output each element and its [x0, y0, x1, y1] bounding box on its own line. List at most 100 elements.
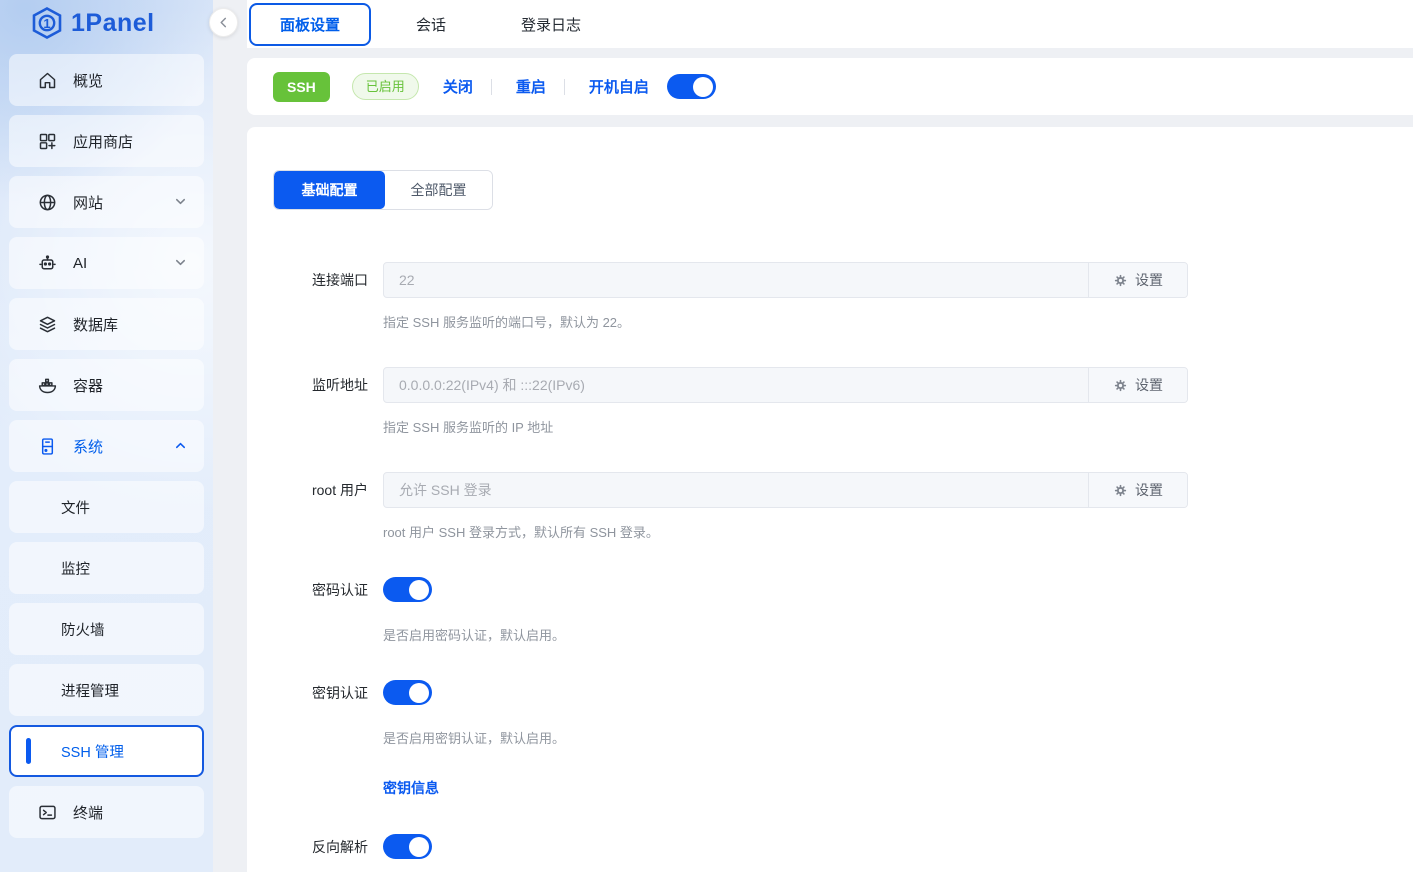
- form-row-2: root 用户允许 SSH 登录 设置 root 用户 SSH 登录方式，默认所有 …: [273, 472, 1413, 541]
- sidebar-item-i6[interactable]: 系统: [9, 420, 204, 472]
- header-tabbar: 面板设置会话登录日志: [247, 0, 1413, 48]
- form-label: 密码认证: [273, 577, 383, 644]
- form-control: 0.0.0.0:22(IPv4) 和 :::22(IPv6)设置指定 SSH 服…: [383, 367, 1413, 436]
- header-tab-0[interactable]: 面板设置: [249, 3, 371, 46]
- gear-icon: [1113, 378, 1128, 393]
- ssh-enabled-badge: 已启用: [352, 73, 419, 100]
- help-text: 指定 SSH 服务监听的 IP 地址: [383, 417, 1413, 436]
- divider: [491, 79, 492, 95]
- help-text: 指定 SSH 服务监听的端口号，默认为 22。: [383, 312, 1413, 331]
- ssh-status-bar: SSH 已启用 关闭 重启 开机自启: [247, 58, 1413, 115]
- ssh-config-card: 基础配置全部配置 连接端口22设置指定 SSH 服务监听的端口号，默认为 22。…: [247, 127, 1413, 872]
- database-icon: [37, 314, 58, 335]
- form-row-3: 密码认证是否启用密码认证，默认启用。: [273, 577, 1413, 644]
- readonly-input: 22 设置: [383, 262, 1188, 298]
- sidebar-item-i8[interactable]: 监控: [9, 542, 204, 594]
- key-info-link[interactable]: 密钥信息: [383, 778, 439, 798]
- sidebar-item-label: SSH 管理: [61, 741, 186, 762]
- sidebar-item-i2[interactable]: 网站: [9, 176, 204, 228]
- server-icon: [37, 436, 58, 457]
- sidebar-item-label: 终端: [73, 802, 188, 823]
- ssh-service-badge: SSH: [273, 72, 330, 102]
- sidebar-item-ai[interactable]: AI: [9, 237, 204, 289]
- form-control: 允许 SSH 登录 设置 root 用户 SSH 登录方式，默认所有 SSH 登录。: [383, 472, 1413, 541]
- ssh-restart-button[interactable]: 重启: [516, 76, 546, 97]
- settings-button-label: 设置: [1135, 480, 1163, 500]
- brand-hexagon-icon: 1: [32, 7, 62, 39]
- svg-text:1: 1: [43, 16, 50, 31]
- header-tab-2[interactable]: 登录日志: [491, 14, 611, 35]
- form-label: 密钥认证: [273, 680, 383, 798]
- ssh-stop-button[interactable]: 关闭: [443, 76, 473, 97]
- sidebar-item-i4[interactable]: 数据库: [9, 298, 204, 350]
- form-row-1: 监听地址0.0.0.0:22(IPv4) 和 :::22(IPv6)设置指定 S…: [273, 367, 1413, 436]
- sidebar-item-i0[interactable]: 概览: [9, 54, 204, 106]
- form-label: 反向解析: [273, 834, 383, 872]
- home-icon: [37, 70, 58, 91]
- active-indicator-bar: [26, 738, 31, 764]
- app-logo: 1 1Panel: [0, 0, 213, 46]
- sidebar-item-label: 容器: [73, 375, 188, 396]
- sidebar-item-i10[interactable]: 进程管理: [9, 664, 204, 716]
- sidebar-item-label: 数据库: [73, 314, 188, 335]
- form-control: 是否启用密码认证，默认启用。: [383, 577, 1413, 644]
- 反向解析-toggle[interactable]: [383, 834, 432, 859]
- chevron-down-icon: [174, 256, 188, 270]
- sidebar-item-i5[interactable]: 容器: [9, 359, 204, 411]
- sidebar: 1 1Panel 概览应用商店网站 AI 数据库容器系统文件监控防火墙进程管理 SSH…: [0, 0, 213, 872]
- form-row-0: 连接端口22设置指定 SSH 服务监听的端口号，默认为 22。: [273, 262, 1413, 331]
- gear-icon: [1113, 483, 1128, 498]
- form-control: 22 设置指定 SSH 服务监听的端口号，默认为 22。: [383, 262, 1413, 331]
- input-value: 22: [384, 263, 1088, 297]
- sidebar-item-i12[interactable]: 终端: [9, 786, 204, 838]
- form-control: 控制 SSH 服务器是否启用 DNS 解析功能，从而验证连接方的身份。: [383, 834, 1413, 872]
- sidebar-item-i9[interactable]: 防火墙: [9, 603, 204, 655]
- terminal-icon: [37, 802, 58, 823]
- sidebar-item-i7[interactable]: 文件: [9, 481, 204, 533]
- sidebar-item-label: AI: [73, 255, 174, 272]
- config-tab-1[interactable]: 全部配置: [385, 171, 492, 209]
- settings-button-label: 设置: [1135, 270, 1163, 290]
- toggle-knob: [693, 77, 713, 97]
- readonly-input: 允许 SSH 登录 设置: [383, 472, 1188, 508]
- sidebar-item-label: 监控: [61, 558, 188, 579]
- help-text: root 用户 SSH 登录方式，默认所有 SSH 登录。: [383, 522, 1413, 541]
- form-row-4: 密钥认证是否启用密钥认证，默认启用。密钥信息: [273, 680, 1413, 798]
- sidebar-item-label: 网站: [73, 192, 174, 213]
- chevron-down-icon: [174, 195, 188, 209]
- settings-button[interactable]: 设置: [1088, 473, 1187, 507]
- help-text: 是否启用密钥认证，默认启用。: [383, 728, 1413, 747]
- sidebar-item-i1[interactable]: 应用商店: [9, 115, 204, 167]
- toggle-knob: [409, 837, 429, 857]
- autostart-label: 开机自启: [589, 76, 649, 97]
- container-icon: [37, 375, 58, 396]
- sidebar-collapse-button[interactable]: [209, 8, 238, 37]
- header-tab-1[interactable]: 会话: [371, 14, 491, 35]
- sidebar-item-i11[interactable]: SSH 管理: [9, 725, 204, 777]
- toggle-knob: [409, 683, 429, 703]
- appstore-icon: [37, 131, 58, 152]
- sidebar-item-label: 防火墙: [61, 619, 188, 640]
- 密钥认证-toggle[interactable]: [383, 680, 432, 705]
- toggle-knob: [409, 580, 429, 600]
- sidebar-item-label: 应用商店: [73, 131, 188, 152]
- config-tab-0[interactable]: 基础配置: [274, 171, 385, 209]
- help-text: 是否启用密码认证，默认启用。: [383, 625, 1413, 644]
- autostart-toggle[interactable]: [667, 74, 716, 99]
- input-value: 0.0.0.0:22(IPv4) 和 :::22(IPv6): [384, 368, 1088, 402]
- input-value: 允许 SSH 登录: [384, 473, 1088, 507]
- settings-button[interactable]: 设置: [1088, 263, 1187, 297]
- robot-icon: [37, 253, 58, 274]
- sidebar-item-label: 系统: [73, 436, 174, 457]
- sidebar-menu: 概览应用商店网站 AI 数据库容器系统文件监控防火墙进程管理 SSH 管理终端: [0, 46, 213, 838]
- readonly-input: 0.0.0.0:22(IPv4) 和 :::22(IPv6)设置: [383, 367, 1188, 403]
- brand-name: 1Panel: [71, 9, 155, 38]
- chevron-left-icon: [218, 17, 229, 28]
- form-label: root 用户: [273, 472, 383, 541]
- form-row-5: 反向解析控制 SSH 服务器是否启用 DNS 解析功能，从而验证连接方的身份。: [273, 834, 1413, 872]
- globe-icon: [37, 192, 58, 213]
- 密码认证-toggle[interactable]: [383, 577, 432, 602]
- chevron-up-icon: [174, 439, 188, 453]
- form-control: 是否启用密钥认证，默认启用。密钥信息: [383, 680, 1413, 798]
- settings-button[interactable]: 设置: [1088, 368, 1187, 402]
